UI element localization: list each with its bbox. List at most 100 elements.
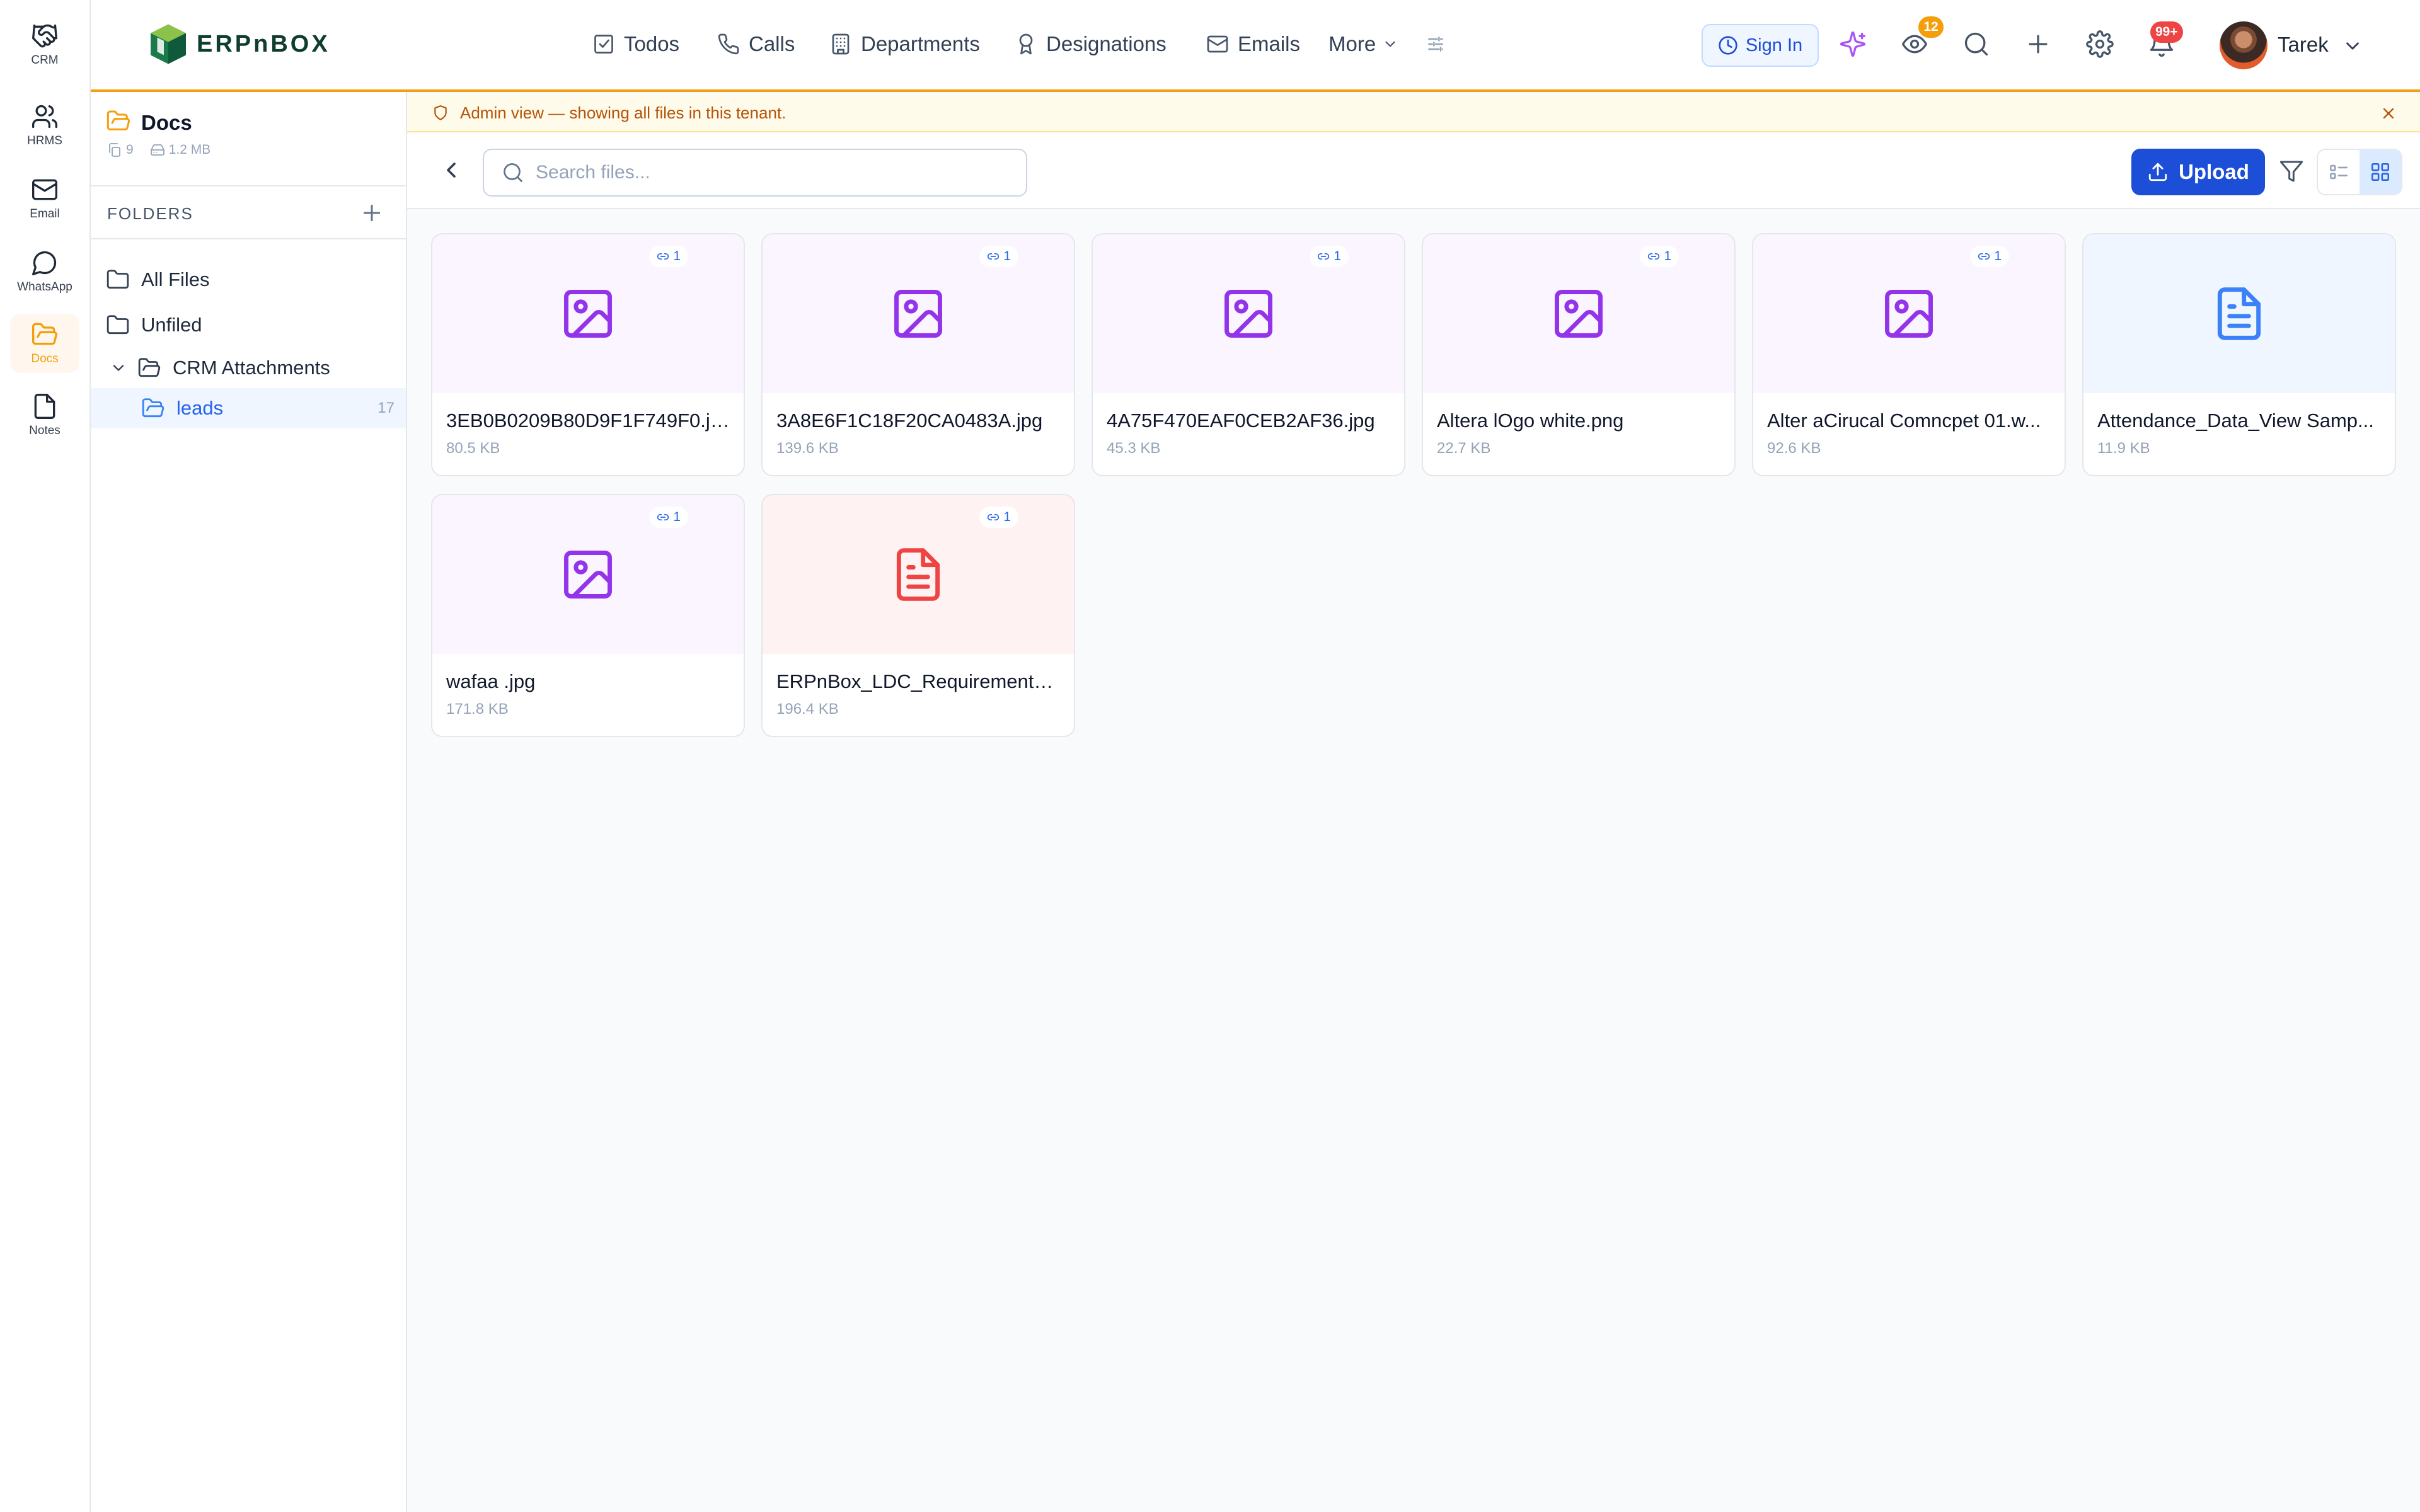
- file-name: 4A75F470EAF0CEB2AF36.jpg: [1107, 410, 1375, 432]
- close-icon[interactable]: [2380, 105, 2397, 122]
- folder-crm-attachments[interactable]: CRM Attachments: [91, 348, 406, 388]
- nav-todos[interactable]: Todos: [592, 28, 679, 60]
- brand-logo[interactable]: ERPnBOX: [146, 20, 330, 68]
- shield-icon: [434, 105, 447, 120]
- avatar[interactable]: [2220, 21, 2267, 69]
- brand-name: ERPnBOX: [197, 30, 330, 57]
- rail-item-email[interactable]: Email: [10, 169, 79, 228]
- mail-icon: [1207, 35, 1228, 53]
- list-view-button[interactable]: [2318, 150, 2360, 194]
- chevron-down-icon: [1385, 41, 1395, 47]
- link-icon: [988, 253, 1000, 260]
- plus-icon: [2029, 35, 2048, 54]
- file-size: 139.6 KB: [776, 440, 839, 457]
- file-size: 11.9 KB: [2097, 440, 2150, 457]
- chevron-down-icon[interactable]: [110, 359, 127, 377]
- gear-icon: [2086, 30, 2114, 58]
- file-card[interactable]: 1 Alter aCirucal Comncpet 01.w... 92.6 K…: [1752, 233, 2066, 476]
- mail-icon: [32, 179, 57, 200]
- rail-item-notes[interactable]: Notes: [10, 386, 79, 445]
- ai-sparkle-button[interactable]: [1839, 30, 1870, 62]
- docs-size: 1.2 MB: [168, 142, 211, 157]
- award-icon: [1019, 33, 1033, 55]
- list-icon: [2329, 164, 2348, 180]
- rail-item-docs[interactable]: Docs: [10, 314, 79, 373]
- upload-button[interactable]: Upload: [2131, 149, 2265, 195]
- folder-unfiled[interactable]: Unfiled: [91, 305, 406, 345]
- link-count: 1: [1994, 249, 2002, 263]
- file-name: Attendance_Data_View Samp...: [2097, 410, 2374, 432]
- search-box: [483, 149, 1027, 197]
- add-folder-icon[interactable]: [359, 200, 384, 226]
- nav-departments[interactable]: Departments: [829, 28, 980, 60]
- grid-view-button[interactable]: [2360, 150, 2401, 194]
- sparkles-icon: [1840, 31, 1866, 57]
- create-button[interactable]: [2024, 30, 2056, 62]
- rail-item-hrms[interactable]: HRMS: [10, 96, 79, 155]
- file-card[interactable]: 1 4A75F470EAF0CEB2AF36.jpg 45.3 KB: [1092, 233, 1405, 476]
- nav-designations[interactable]: Designations: [1015, 28, 1167, 60]
- file-card[interactable]: Attendance_Data_View Samp... 11.9 KB: [2082, 233, 2396, 476]
- nav-customize-button[interactable]: [1426, 28, 1455, 60]
- folder-label: CRM Attachments: [173, 357, 330, 379]
- docs-stats: 9 1.2 MB: [107, 142, 210, 158]
- rail-label-notes: Notes: [29, 424, 60, 437]
- nav-more[interactable]: More: [1328, 28, 1398, 60]
- chevron-down-icon[interactable]: [2342, 35, 2363, 57]
- filter-icon[interactable]: [2279, 159, 2304, 184]
- nav-designations-label: Designations: [1046, 32, 1167, 55]
- file-card[interactable]: 1 wafaa .jpg 171.8 KB: [431, 494, 745, 737]
- folder-open-icon: [107, 110, 130, 130]
- link-count-badge: 1: [649, 507, 688, 528]
- chevron-left-icon[interactable]: [439, 158, 464, 183]
- link-icon: [657, 514, 669, 520]
- upload-icon: [2148, 163, 2167, 181]
- search-icon: [504, 163, 522, 182]
- file-card[interactable]: 1 3EB0B0209B80D9F1F749F0.jpg 80.5 KB: [431, 233, 745, 476]
- admin-banner-text: Admin view — showing all files in this t…: [460, 103, 786, 122]
- file-size: 45.3 KB: [1107, 440, 1161, 457]
- files-toolbar: Upload: [407, 134, 2420, 209]
- search-icon: [1964, 32, 1988, 56]
- file-card[interactable]: 1 Altera lOgo white.png 22.7 KB: [1422, 233, 1736, 476]
- rail-label-email: Email: [30, 207, 60, 220]
- view-toggle: [2317, 149, 2402, 195]
- file-name: wafaa .jpg: [446, 670, 536, 692]
- upload-label: Upload: [2179, 160, 2249, 183]
- link-count: 1: [1003, 510, 1011, 524]
- rail-label-docs: Docs: [31, 352, 59, 365]
- nav-emails-label: Emails: [1238, 32, 1301, 55]
- settings-button[interactable]: [2086, 30, 2118, 62]
- image-file-icon: [564, 290, 612, 338]
- search-button[interactable]: [1962, 30, 1994, 62]
- folder-icon: [107, 270, 129, 289]
- file-card[interactable]: 1 ERPnBox_LDC_Requirements.... 196.4 KB: [761, 494, 1075, 737]
- file-thumbnail: 1: [432, 234, 744, 393]
- hard-drive-icon: [150, 144, 164, 156]
- file-thumbnail: 1: [1753, 234, 2065, 393]
- folder-all-files[interactable]: All Files: [91, 260, 406, 300]
- image-file-icon: [1224, 290, 1272, 338]
- sign-in-button[interactable]: Sign In: [1702, 24, 1819, 67]
- search-input[interactable]: [536, 162, 1015, 183]
- file-card[interactable]: 1 3A8E6F1C18F20CA0483A.jpg 139.6 KB: [761, 233, 1075, 476]
- file-name: ERPnBox_LDC_Requirements....: [776, 670, 1060, 692]
- image-file-icon: [564, 551, 612, 598]
- folder-label: Unfiled: [141, 314, 202, 336]
- file-size: 171.8 KB: [446, 701, 509, 718]
- nav-emails[interactable]: Emails: [1206, 28, 1300, 60]
- rail-item-crm[interactable]: CRM: [10, 15, 79, 74]
- folder-label: leads: [176, 397, 224, 419]
- folder-open-icon: [32, 323, 57, 345]
- nav-calls[interactable]: Calls: [717, 28, 795, 60]
- notification-count-badge: 99+: [2150, 21, 2183, 43]
- folder-leads[interactable]: leads 17: [91, 388, 406, 428]
- rail-item-whatsapp[interactable]: WhatsApp: [10, 242, 79, 301]
- main-content: Admin view — showing all files in this t…: [407, 92, 2420, 1512]
- admin-banner: Admin view — showing all files in this t…: [407, 94, 2420, 132]
- user-name[interactable]: Tarek: [2278, 33, 2329, 57]
- folder-icon: [107, 315, 129, 335]
- rail-label-hrms: HRMS: [27, 134, 62, 147]
- link-icon: [1318, 253, 1330, 260]
- link-count-badge: 1: [1310, 246, 1349, 267]
